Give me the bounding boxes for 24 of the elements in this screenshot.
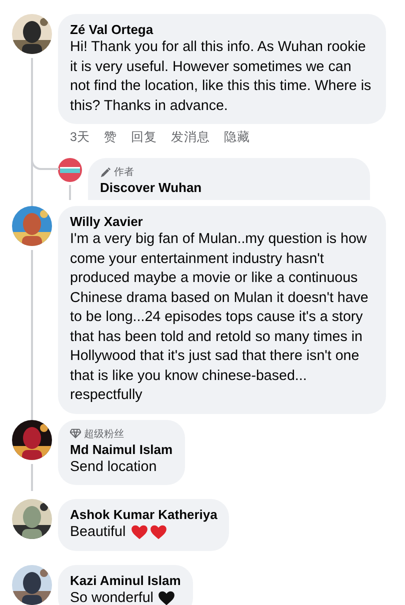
action-link[interactable]: 回复 <box>130 129 157 146</box>
comment-text: So wonderful <box>70 588 154 605</box>
pen-icon <box>100 166 111 178</box>
author-name[interactable]: Willy Xavier <box>70 213 143 230</box>
comment-text: Hi! Thank you for all this info. As Wuhan rookie it is very useful. However sometimes we can not find the location, like this this time. Where is this? Thanks in advance. <box>70 38 372 116</box>
author-name[interactable]: Md Naimul Islam <box>70 440 173 458</box>
timestamp: 3天 <box>70 129 90 146</box>
heart-icon <box>158 590 176 605</box>
thread-line <box>69 185 71 200</box>
author-name[interactable]: Zé Val Ortega <box>70 21 154 38</box>
action-link[interactable]: 发消息 <box>170 129 210 146</box>
comment-text: Send location <box>70 458 157 476</box>
action-link[interactable]: 赞 <box>104 129 117 146</box>
action-link[interactable]: 隐藏 <box>224 129 250 146</box>
badge-label: 超级粉丝 <box>84 428 124 440</box>
comment-text: I'm a very big fan of Mulan..my question is how come your entertainment industry hasn't produced maybe a movie or like a continuous Chinese drama based on Mulan it doesn't have to be long...24 episodes tops cause it's a story that has been told and retold so many times in Hollywood that it's just sad that there isn't one that is like you know chinese-based... respectfully <box>70 230 370 405</box>
comment-text: Beautiful <box>70 523 126 542</box>
heart-icon <box>150 525 167 540</box>
heart-icon <box>130 525 148 540</box>
author-name[interactable]: Ashok Kumar Katheriya <box>70 506 218 523</box>
author-name[interactable]: Discover Wuhan <box>100 179 202 196</box>
diamond-icon <box>70 428 81 439</box>
author-name[interactable]: Kazi Aminul Islam <box>70 572 181 588</box>
badge-label: 作者 <box>114 166 134 179</box>
